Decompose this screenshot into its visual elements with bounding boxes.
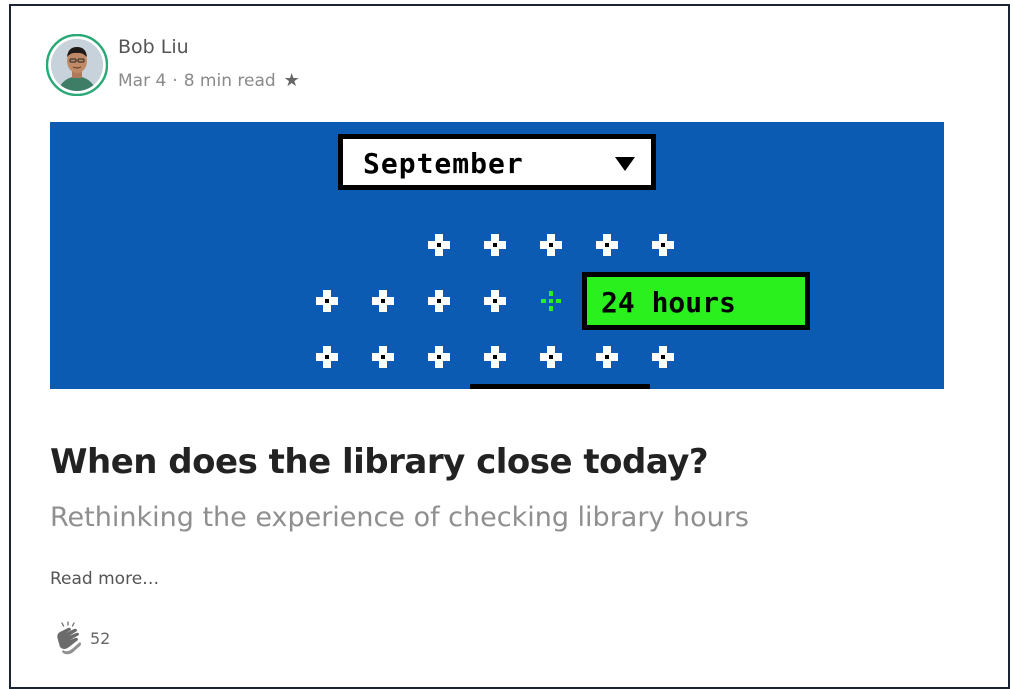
day-dot-icon[interactable] (484, 346, 506, 368)
hours-value: 24 hours (601, 286, 736, 319)
day-dot-icon[interactable] (428, 234, 450, 256)
hero-bottom-bar (470, 384, 650, 389)
month-dropdown[interactable]: September (338, 134, 656, 190)
hours-display: 24 hours (582, 272, 810, 330)
day-dot-icon[interactable] (316, 346, 338, 368)
day-dot-icon[interactable] (372, 290, 394, 312)
chevron-down-icon (615, 157, 635, 171)
read-time: 8 min read (183, 70, 276, 91)
author-name[interactable]: Bob Liu (118, 36, 189, 58)
meta-separator: · (172, 70, 178, 91)
month-dropdown-value: September (363, 147, 524, 180)
day-dot-icon[interactable] (484, 290, 506, 312)
article-title[interactable]: When does the library close today? (50, 442, 709, 482)
day-dot-icon[interactable] (540, 346, 562, 368)
selected-day-icon[interactable] (540, 290, 562, 312)
star-icon: ★ (283, 70, 300, 91)
day-dot-icon[interactable] (372, 346, 394, 368)
day-dot-icon[interactable] (652, 234, 674, 256)
author-avatar[interactable] (45, 33, 109, 97)
day-dot-icon[interactable] (484, 234, 506, 256)
article-subtitle[interactable]: Rethinking the experience of checking li… (50, 502, 749, 533)
read-more-link[interactable]: Read more… (50, 569, 159, 589)
post-date: Mar 4 (118, 70, 167, 91)
day-dot-icon[interactable] (428, 290, 450, 312)
day-dot-icon[interactable] (540, 234, 562, 256)
day-dot-icon[interactable] (596, 346, 618, 368)
clap-section: 52 (50, 620, 110, 656)
clap-icon[interactable] (50, 620, 86, 656)
day-dot-icon[interactable] (596, 234, 618, 256)
day-dot-icon[interactable] (652, 346, 674, 368)
day-dot-icon[interactable] (316, 290, 338, 312)
clap-count: 52 (90, 628, 111, 648)
day-dot-icon[interactable] (428, 346, 450, 368)
post-meta: Mar 4 · 8 min read ★ (118, 70, 300, 91)
hero-image[interactable]: September 24 hours (50, 122, 944, 389)
